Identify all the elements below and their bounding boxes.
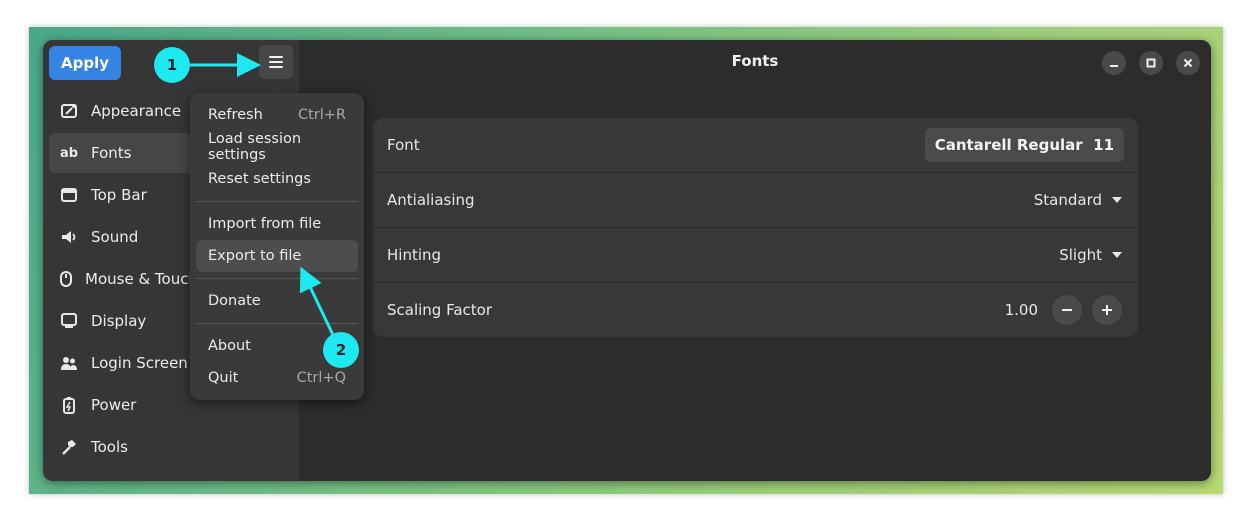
annotation-arrows xyxy=(190,53,335,336)
annotation-badge-2: 2 xyxy=(323,332,359,368)
annotation-arrow-2 xyxy=(299,266,335,336)
annotation-badge-1: 1 xyxy=(154,47,190,83)
